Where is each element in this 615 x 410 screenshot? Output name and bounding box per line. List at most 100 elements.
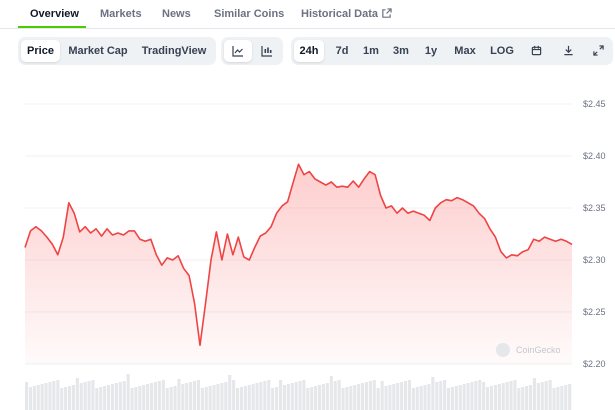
volume-bar [525,386,529,410]
volume-bar [298,381,302,410]
tab-similar-coins[interactable]: Similar Coins [214,8,284,20]
range-7d-button[interactable]: 7d [330,40,354,62]
range-1m-button[interactable]: 1m [359,40,383,62]
tab-markets[interactable]: Markets [100,8,142,20]
volume-bar [310,387,314,410]
volume-bar [153,382,158,410]
range-24h-button[interactable]: 24h [294,40,324,62]
log-scale-button[interactable]: LOG [487,40,517,62]
range-3m-button[interactable]: 3m [389,40,413,62]
chart-kind-group: Price Market Cap TradingView [18,37,216,65]
volume-bar [208,386,212,410]
price-chart[interactable]: $2.45 $2.40 $2.35 $2.30 $2.25 $2.20 CoinGecko [0,80,615,410]
y-tick-label: $2.30 [583,255,606,265]
volume-bar [384,386,388,410]
range-max-button[interactable]: Max [451,40,479,62]
active-tab-underline [18,26,86,28]
expand-button[interactable] [587,40,609,62]
volume-bar [513,380,517,410]
y-tick-label: $2.25 [583,307,606,317]
volume-bar [56,380,60,410]
volume-bar [286,384,290,410]
tab-overview[interactable]: Overview [30,8,79,20]
tab-news[interactable]: News [162,8,191,20]
volume-bar [353,385,357,410]
tab-historical-data-label: Historical Data [301,8,379,20]
range-group: 24h 7d 1m 3m 1y Max LOG [291,37,613,65]
y-tick-label: $2.35 [583,203,606,213]
volume-bar [247,385,251,410]
volume-bar [501,383,505,410]
volume-bar [376,388,380,410]
volume-bar [169,387,173,410]
tab-historical-data[interactable]: Historical Data [301,8,392,20]
volume-bar [396,383,400,410]
volume-bar [79,383,83,410]
volume-bar [64,387,68,410]
volume-bar [407,380,412,410]
volume-bar [466,383,470,410]
volume-bar [380,381,384,410]
chart-toolbar: Price Market Cap TradingView 24h 7d 1m 3… [0,37,615,65]
candlestick-chart-button[interactable] [253,40,281,62]
volume-bar [259,382,263,410]
line-chart-icon [232,46,243,57]
volume-bar [185,383,189,410]
y-tick-label: $2.40 [583,151,606,161]
expand-icon [592,45,604,56]
volume-bar [489,386,494,410]
volume-bar [431,377,435,410]
range-1y-button[interactable]: 1y [421,40,441,62]
calendar-button[interactable] [525,40,547,62]
volume-bar [419,386,423,410]
volume-bar [157,381,161,410]
volume-bar [302,380,306,410]
volume-bar [236,388,240,410]
volume-bar [126,374,130,410]
volume-bar [181,384,185,410]
candlestick-chart-icon [261,46,272,57]
volume-bar [267,380,271,410]
volume-bar [411,388,415,410]
chart-style-group [221,37,283,65]
y-tick-label: $2.45 [583,99,606,109]
volume-bar [111,384,115,410]
y-tick-label: $2.20 [583,359,606,369]
volume-bar [189,382,193,410]
volume-bar [138,386,142,410]
tradingview-button[interactable]: TradingView [138,40,210,62]
volume-bar [521,387,525,410]
volume-bar [529,385,533,410]
price-button[interactable]: Price [21,40,60,62]
volume-bar [517,388,521,410]
volume-bar [25,382,29,410]
volume-bar [71,385,76,410]
volume-bar [263,381,267,410]
volume-bar [75,378,79,410]
volume-bar [364,382,369,410]
market-cap-button[interactable]: Market Cap [65,40,131,62]
volume-bar [232,380,236,410]
volume-bar [337,380,341,410]
line-chart-button[interactable] [224,40,252,62]
volume-bar [118,382,122,410]
volume-bar [271,388,275,410]
volume-bar [443,380,447,410]
external-link-icon [382,8,392,18]
volume-bar [329,376,333,410]
volume-bar [372,380,376,410]
volume-bar [478,380,482,410]
volume-bar [361,383,365,410]
download-button[interactable] [557,40,579,62]
volume-bar [556,387,560,410]
volume-bar [564,385,568,410]
volume-bar [251,384,255,410]
volume-bar [279,380,283,410]
volume-bar [497,384,501,410]
volume-bar [150,383,154,410]
volume-bar [193,381,197,410]
volume-bar [40,384,44,410]
volume-bar [415,387,419,410]
calendar-icon [531,45,541,56]
volume-bar [423,385,427,410]
